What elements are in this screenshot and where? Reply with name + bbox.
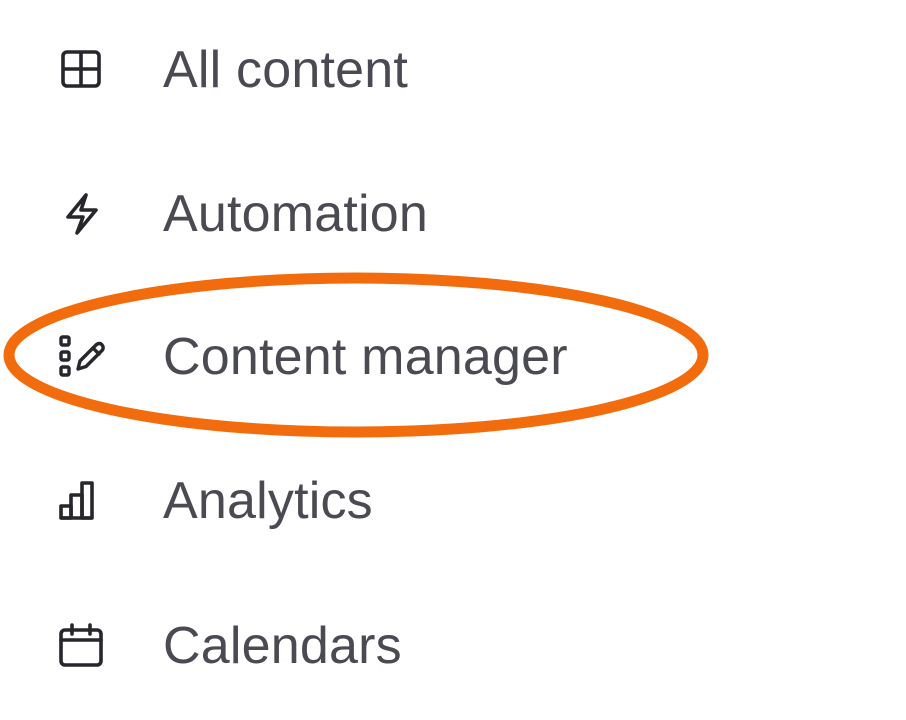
sidebar-item-automation[interactable]: Automation [0, 159, 760, 269]
sidebar-nav: All content Automation Content manager A… [0, 0, 906, 720]
sidebar-item-label: Automation [163, 185, 429, 243]
sidebar-item-content-manager[interactable]: Content manager [0, 302, 760, 412]
calendar-icon [56, 620, 108, 672]
sidebar-item-calendars[interactable]: Calendars [0, 591, 760, 701]
sidebar-item-label: All content [163, 41, 409, 99]
sidebar-item-label: Content manager [163, 328, 568, 386]
list-pencil-icon [56, 331, 108, 383]
sidebar-item-label: Calendars [163, 617, 402, 675]
grid-icon [56, 44, 108, 96]
sidebar-item-analytics[interactable]: Analytics [0, 446, 760, 556]
sidebar-item-all-content[interactable]: All content [0, 15, 760, 125]
lightning-bolt-icon [56, 188, 108, 240]
bar-chart-icon [56, 475, 108, 527]
sidebar-item-label: Analytics [163, 472, 373, 530]
